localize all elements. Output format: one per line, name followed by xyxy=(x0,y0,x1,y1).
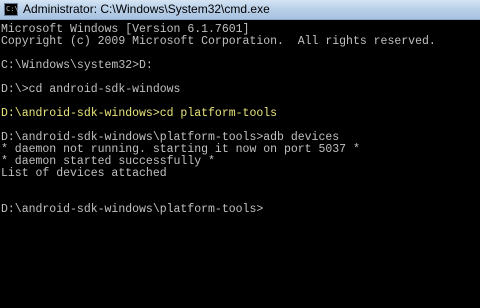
title-bar[interactable]: C:\ Administrator: C:\Windows\System32\c… xyxy=(0,0,480,20)
console-output[interactable]: Microsoft Windows [Version 6.1.7601] Copy… xyxy=(0,20,480,308)
console-line: Copyright (c) 2009 Microsoft Corporation… xyxy=(1,35,436,48)
console-line: D:\>cd android-sdk-windows xyxy=(1,83,181,96)
command-prompt-icon[interactable]: C:\ xyxy=(4,3,19,16)
console-line: List of devices attached xyxy=(1,167,167,180)
console-line: D:\android-sdk-windows\platform-tools> xyxy=(1,203,264,216)
cmd-window: C:\ Administrator: C:\Windows\System32\c… xyxy=(0,0,480,308)
console-line: C:\Windows\system32>D: xyxy=(1,59,153,72)
command-prompt-icon-glyph: C:\ xyxy=(6,5,19,13)
console-lines: Microsoft Windows [Version 6.1.7601] Copy… xyxy=(1,24,436,216)
console-line: D:\android-sdk-windows>cd platform-tools xyxy=(1,107,278,120)
window-title: Administrator: C:\Windows\System32\cmd.e… xyxy=(23,2,270,16)
